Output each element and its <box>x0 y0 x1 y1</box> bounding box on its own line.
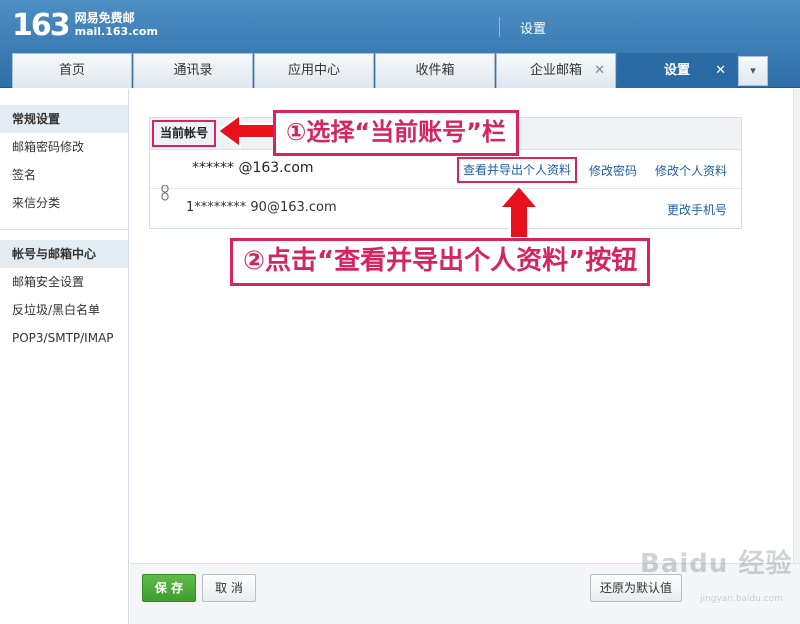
logo-text: 网易免费邮 mail.163.com <box>75 11 158 39</box>
sidebar-section-account: 帐号与邮箱中心 邮箱安全设置 反垃圾/黑白名单 POP3/SMTP/IMAP <box>0 230 128 352</box>
sidebar-item-antispam[interactable]: 反垃圾/黑白名单 <box>0 296 128 324</box>
annotation-step1: ①选择“当前账号”栏 <box>273 110 519 156</box>
save-button[interactable]: 保 存 <box>142 574 196 602</box>
account-row-secondary: 1******** 90@163.com 更改手机号 <box>150 185 741 228</box>
close-icon[interactable]: ✕ <box>715 54 726 88</box>
sidebar-item-signature[interactable]: 签名 <box>0 161 128 189</box>
tab-enterprise-mail[interactable]: 企业邮箱 ✕ <box>496 53 616 88</box>
logo[interactable]: 163 网易免费邮 mail.163.com <box>12 7 158 43</box>
link-chain-icon <box>161 185 169 201</box>
edit-profile-link[interactable]: 修改个人资料 <box>655 162 727 179</box>
header-title: 设置 <box>520 22 547 37</box>
secondary-account-email: 1******** 90@163.com <box>186 200 337 215</box>
close-icon[interactable]: ✕ <box>594 54 605 88</box>
tab-inbox[interactable]: 收件箱 <box>375 53 495 88</box>
tab-home[interactable]: 首页 <box>12 53 132 88</box>
sidebar-item-mail-rules[interactable]: 来信分类 <box>0 189 128 217</box>
tab-settings[interactable]: 设置 ✕ <box>617 53 737 88</box>
chevron-down-icon[interactable]: ▾ <box>738 56 768 86</box>
change-password-link[interactable]: 修改密码 <box>589 162 637 179</box>
tab-contacts[interactable]: 通讯录 <box>133 53 253 88</box>
tab-label: 通讯录 <box>173 63 213 78</box>
baidu-watermark-url: jingyan.baidu.com <box>700 594 784 604</box>
tab-bar: 首页 通讯录 应用中心 收件箱 企业邮箱 ✕ 设置 ✕ ▾ <box>12 53 768 88</box>
baidu-watermark: Baidu 经验 <box>640 549 793 579</box>
left-arrow-icon <box>216 113 275 149</box>
top-header: 163 网易免费邮 mail.163.com 设置 首页 通讯录 应用中心 收件… <box>0 0 800 88</box>
sidebar-item-password[interactable]: 邮箱密码修改 <box>0 133 128 161</box>
logo-163: 163 <box>12 7 71 43</box>
primary-account-email: ****** @163.com <box>192 160 314 176</box>
sidebar-item-pop3[interactable]: POP3/SMTP/IMAP <box>0 324 128 352</box>
cancel-button[interactable]: 取 消 <box>202 574 256 602</box>
sidebar-section-general: 常规设置 邮箱密码修改 签名 来信分类 <box>0 89 128 217</box>
up-arrow-icon <box>498 184 540 239</box>
annotation-step2: ②点击“查看并导出个人资料”按钮 <box>230 238 651 286</box>
tab-label: 应用中心 <box>287 63 340 78</box>
change-phone-link[interactable]: 更改手机号 <box>667 201 727 218</box>
tab-label: 企业邮箱 <box>529 63 582 78</box>
header-divider <box>499 17 500 37</box>
sidebar: 常规设置 邮箱密码修改 签名 来信分类 帐号与邮箱中心 邮箱安全设置 反垃圾/黑… <box>0 89 129 624</box>
logo-url: mail.163.com <box>74 25 158 38</box>
scrollbar[interactable] <box>793 89 800 624</box>
sidebar-heading-general[interactable]: 常规设置 <box>0 105 128 133</box>
tab-label: 收件箱 <box>415 63 455 78</box>
sidebar-heading-account[interactable]: 帐号与邮箱中心 <box>0 240 128 268</box>
tab-label: 首页 <box>58 63 85 78</box>
tab-app-center[interactable]: 应用中心 <box>254 53 374 88</box>
export-profile-link[interactable]: 查看并导出个人资料 <box>457 157 578 183</box>
sidebar-item-security[interactable]: 邮箱安全设置 <box>0 268 128 296</box>
current-account-tab[interactable]: 当前帐号 <box>152 120 217 147</box>
logo-cn: 网易免费邮 <box>74 11 135 25</box>
tab-label: 设置 <box>663 63 690 78</box>
